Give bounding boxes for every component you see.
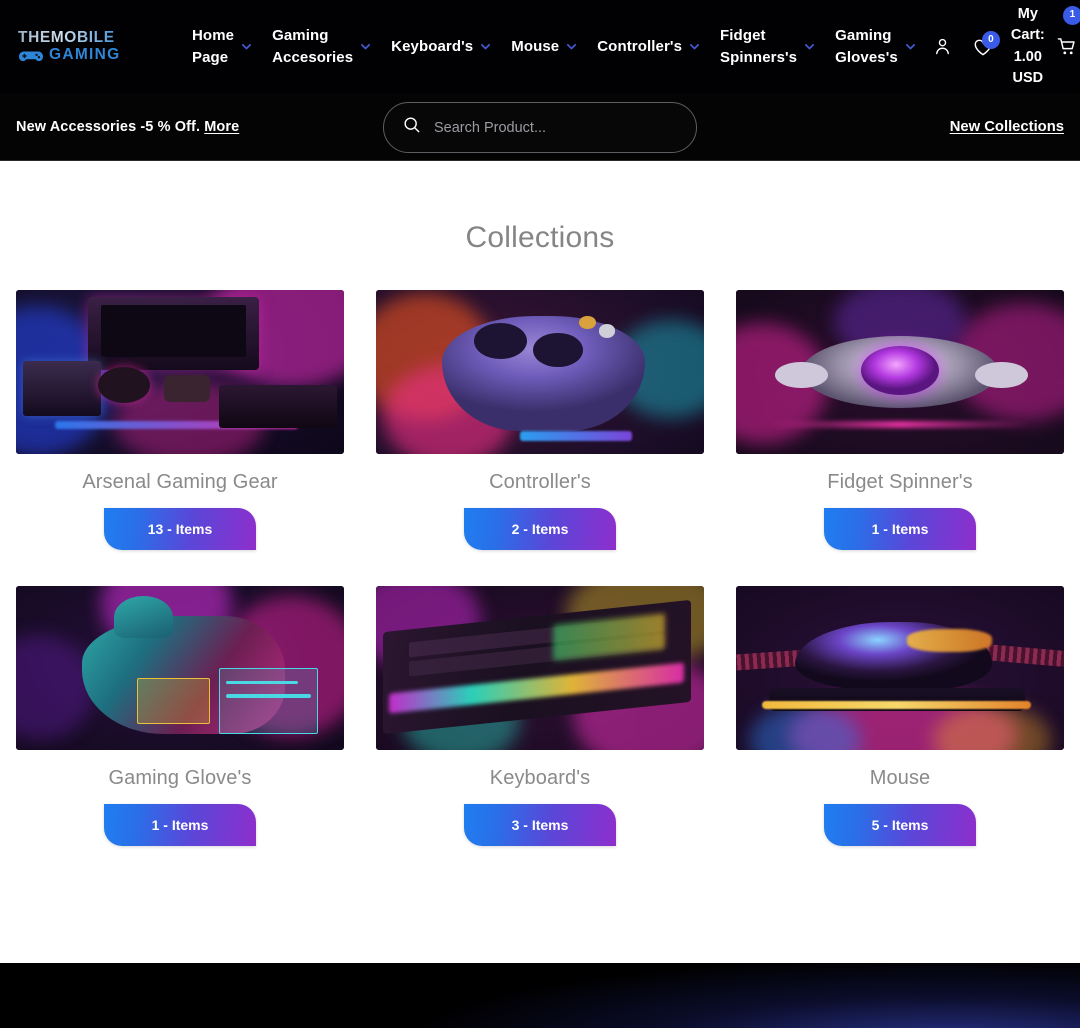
collection-card: Gaming Glove's 1 - Items (16, 586, 344, 846)
collection-card: Fidget Spinner's 1 - Items (736, 290, 1064, 550)
nav-tools: 0 My Cart: 1.00 USD 1 (926, 4, 1080, 88)
collection-image-metallic-fidget-spinner[interactable] (736, 290, 1064, 454)
collection-card: Mouse 5 - Items (736, 586, 1064, 846)
row-spacer (376, 550, 704, 586)
promo-text: New Accessories -5 % Off. (16, 118, 201, 135)
nav-links: Home Page Gaming Accesories Keyboard's M… (182, 25, 926, 68)
new-collections-link[interactable]: New Collections (950, 119, 1064, 135)
chevron-down-icon[interactable] (566, 41, 577, 52)
artwork (16, 290, 344, 454)
chevron-down-icon[interactable] (241, 41, 252, 52)
collection-image-neon-gaming-desk-setup[interactable] (16, 290, 344, 454)
nav-item-controllers[interactable]: Controller's (587, 36, 710, 57)
row-spacer (16, 550, 344, 586)
collection-card: Controller's 2 - Items (376, 290, 704, 550)
nav-item-keyboards[interactable]: Keyboard's (381, 36, 501, 57)
chevron-down-icon[interactable] (905, 41, 916, 52)
account-button[interactable] (926, 30, 960, 64)
page-title: Collections (465, 221, 615, 254)
nav-item-gaming-accesories[interactable]: Gaming Accesories (262, 25, 381, 68)
nav-item-home-page[interactable]: Home Page (182, 25, 262, 68)
collection-item-count-button[interactable]: 2 - Items (464, 508, 616, 550)
shopping-cart-icon (1050, 30, 1080, 64)
wishlist-count-badge: 0 (981, 30, 1000, 49)
chevron-down-icon[interactable] (480, 41, 491, 52)
nav-item-fidget-spinners[interactable]: Fidget Spinners's (710, 25, 825, 68)
artwork (16, 586, 344, 750)
collection-image-iridescent-gaming-mouse[interactable] (736, 586, 1064, 750)
collection-name[interactable]: Mouse (870, 767, 931, 790)
main-content: Collections Arsenal Gaming Gear 13 - Ite… (0, 161, 1080, 846)
row-spacer (736, 550, 1064, 586)
collection-card: Arsenal Gaming Gear 13 - Items (16, 290, 344, 550)
nav-item-label: Gaming Accesories (272, 27, 354, 66)
collection-name[interactable]: Gaming Glove's (108, 767, 251, 790)
nav-item-label: Controller's (597, 37, 683, 55)
cart-count-badge: 1 (1062, 5, 1080, 25)
search-bar[interactable] (383, 102, 697, 153)
nav-item-label: Home Page (192, 27, 235, 66)
chevron-down-icon[interactable] (360, 41, 371, 52)
logo-text-line2: GAMING (49, 46, 121, 63)
collection-image-rgb-mechanical-keyboard[interactable] (376, 586, 704, 750)
logo-text-line1: THEMOBILE (18, 28, 115, 46)
chevron-down-icon[interactable] (689, 41, 700, 52)
collection-name[interactable]: Arsenal Gaming Gear (82, 471, 277, 494)
collections-grid: Arsenal Gaming Gear 13 - Items Controlle… (0, 290, 1080, 846)
collection-image-purple-game-controller[interactable] (376, 290, 704, 454)
artwork (376, 586, 704, 750)
collection-item-count-button[interactable]: 1 - Items (104, 804, 256, 846)
nav-item-label: Keyboard's (391, 37, 474, 55)
collection-card: Keyboard's 3 - Items (376, 586, 704, 846)
collection-name[interactable]: Fidget Spinner's (827, 471, 973, 494)
nav-item-gaming-gloves[interactable]: Gaming Gloves's (825, 25, 926, 68)
chevron-down-icon[interactable] (804, 41, 815, 52)
gamepad-icon (18, 48, 44, 63)
collection-item-count-button[interactable]: 5 - Items (824, 804, 976, 846)
artwork (736, 290, 1064, 454)
collection-image-neon-circuit-glove[interactable] (16, 586, 344, 750)
cart-total-label[interactable]: My Cart: 1.00 USD (1006, 4, 1050, 88)
footer-band (0, 963, 1080, 1028)
nav-item-label: Fidget Spinners's (720, 27, 798, 66)
cart-button[interactable]: 1 (1050, 5, 1080, 64)
artwork (736, 586, 1064, 750)
search-input[interactable] (434, 119, 678, 136)
nav-item-label: Mouse (511, 37, 560, 55)
collection-item-count-button[interactable]: 13 - Items (104, 508, 256, 550)
collection-item-count-button[interactable]: 1 - Items (824, 508, 976, 550)
site-logo[interactable]: THEMOBILE GAMING (18, 28, 150, 64)
collection-name[interactable]: Keyboard's (490, 767, 590, 790)
collection-name[interactable]: Controller's (489, 471, 591, 494)
promo-more-link[interactable]: More (204, 119, 239, 135)
artwork (376, 290, 704, 454)
nav-item-mouse[interactable]: Mouse (501, 36, 587, 57)
collection-item-count-button[interactable]: 3 - Items (464, 804, 616, 846)
promo-banner: New Accessories -5 % Off. More (16, 119, 239, 135)
search-icon[interactable] (402, 115, 422, 140)
nav-item-label: Gaming Gloves's (835, 27, 898, 66)
user-icon (932, 36, 953, 57)
top-navigation-bar: THEMOBILE GAMING Home Page Gaming Acceso… (0, 0, 1080, 93)
wishlist-button[interactable]: 0 (966, 30, 1000, 64)
